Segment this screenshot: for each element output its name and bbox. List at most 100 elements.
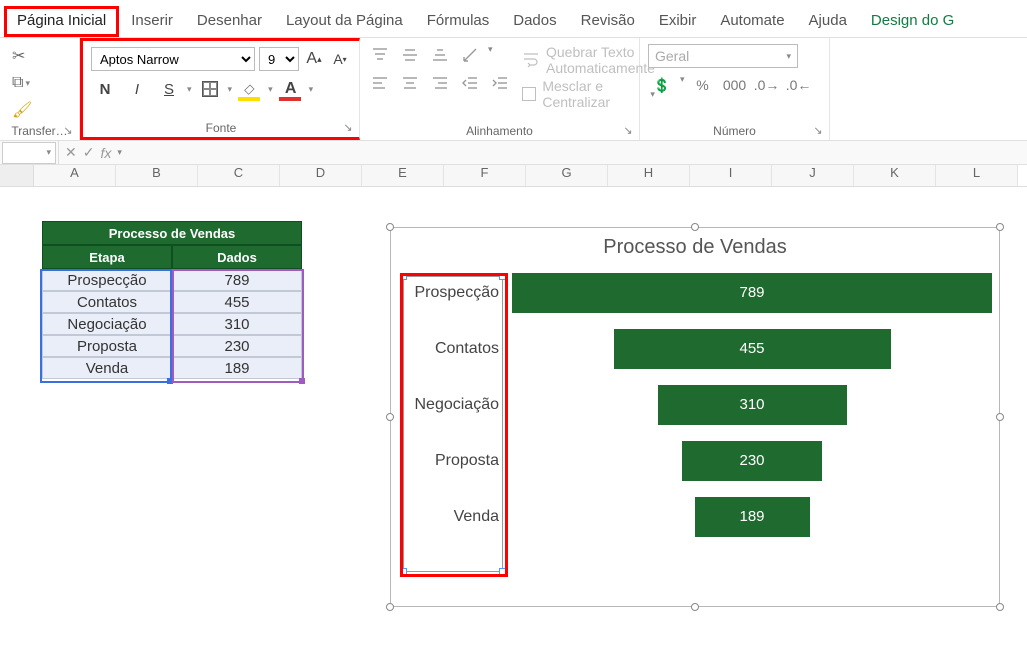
- chart-title[interactable]: Processo de Vendas: [391, 228, 999, 265]
- table-header-dados: Dados: [172, 245, 302, 269]
- column-headers: A B C D E F G H I J K L: [0, 165, 1027, 187]
- alignment-launcher[interactable]: ↘: [621, 124, 635, 138]
- align-center-button[interactable]: [398, 72, 422, 94]
- group-clipboard: ✂ ⧉▾ 🖌 Transfer… ↘: [0, 38, 80, 140]
- increase-decimal-button[interactable]: .0→: [753, 74, 781, 96]
- tab-formulas[interactable]: Fórmulas: [415, 6, 502, 37]
- chart-bar[interactable]: 455: [614, 329, 891, 369]
- selection-bar: ▾ ✕ ✓ fx▾: [0, 141, 1027, 165]
- wrap-text-label: Quebrar Texto Automaticamente: [546, 44, 655, 76]
- col-E[interactable]: E: [362, 165, 444, 186]
- fx-icon[interactable]: fx: [100, 145, 111, 161]
- scissors-icon: ✂: [12, 46, 25, 66]
- table-title: Processo de Vendas: [42, 221, 302, 245]
- cancel-formula-icon[interactable]: ✕: [65, 144, 77, 161]
- table-cell[interactable]: 310: [172, 313, 302, 335]
- number-launcher[interactable]: ↘: [811, 124, 825, 138]
- table-cell[interactable]: Negociação: [42, 313, 172, 335]
- tab-draw[interactable]: Desenhar: [185, 6, 274, 37]
- merge-center-label: Mesclar e Centralizar: [542, 78, 644, 110]
- underline-caret[interactable]: ▾: [187, 84, 192, 95]
- align-right-button[interactable]: [428, 72, 452, 94]
- worksheet-canvas[interactable]: Processo de Vendas Etapa Dados Prospecçã…: [0, 187, 1027, 617]
- orientation-button[interactable]: [458, 44, 482, 66]
- fill-color-caret[interactable]: ▾: [268, 84, 273, 95]
- tab-data[interactable]: Dados: [501, 6, 568, 37]
- align-bottom-button[interactable]: [428, 44, 452, 66]
- increase-indent-button[interactable]: [488, 72, 512, 94]
- borders-button[interactable]: [196, 77, 224, 101]
- bold-button[interactable]: N: [91, 77, 119, 101]
- funnel-chart[interactable]: Processo de Vendas Prospecção Contatos N…: [390, 227, 1000, 607]
- tab-automate[interactable]: Automate: [708, 6, 796, 37]
- col-C[interactable]: C: [198, 165, 280, 186]
- decrease-indent-button[interactable]: [458, 72, 482, 94]
- col-F[interactable]: F: [444, 165, 526, 186]
- copy-icon: ⧉: [12, 74, 23, 92]
- table-cell[interactable]: 789: [172, 269, 302, 291]
- cut-button[interactable]: ✂: [8, 44, 63, 68]
- accounting-format-button[interactable]: 💲: [648, 74, 676, 96]
- format-painter-button[interactable]: 🖌: [8, 98, 63, 122]
- font-size-select[interactable]: 9: [259, 47, 299, 71]
- italic-button[interactable]: I: [123, 77, 151, 101]
- table-cell[interactable]: Prospecção: [42, 269, 172, 291]
- borders-caret[interactable]: ▾: [228, 84, 233, 95]
- formula-input[interactable]: [128, 142, 305, 164]
- table-cell[interactable]: Venda: [42, 357, 172, 379]
- col-D[interactable]: D: [280, 165, 362, 186]
- col-A[interactable]: A: [34, 165, 116, 186]
- merge-icon: [522, 87, 536, 101]
- table-cell[interactable]: Contatos: [42, 291, 172, 313]
- merge-center-button[interactable]: Mesclar e Centralizar ▾: [522, 78, 655, 110]
- tab-help[interactable]: Ajuda: [797, 6, 859, 37]
- clipboard-launcher[interactable]: ↘: [61, 124, 75, 138]
- copy-button[interactable]: ⧉▾: [8, 72, 63, 94]
- chart-bar[interactable]: 789: [512, 273, 992, 313]
- chart-bar[interactable]: 230: [682, 441, 822, 481]
- col-L[interactable]: L: [936, 165, 1018, 186]
- tab-view[interactable]: Exibir: [647, 6, 709, 37]
- font-color-button[interactable]: A: [277, 77, 305, 101]
- chart-bar[interactable]: 310: [658, 385, 847, 425]
- font-launcher[interactable]: ↘: [341, 121, 355, 135]
- font-name-select[interactable]: Aptos Narrow: [91, 47, 255, 71]
- fill-color-button[interactable]: [236, 77, 264, 101]
- tab-insert[interactable]: Inserir: [119, 6, 185, 37]
- chart-bars: 789 455 310 230 189: [505, 265, 999, 545]
- enter-formula-icon[interactable]: ✓: [83, 144, 95, 161]
- col-K[interactable]: K: [854, 165, 936, 186]
- thousands-button[interactable]: 000: [721, 74, 749, 96]
- chart-bar[interactable]: 189: [695, 497, 810, 537]
- align-top-button[interactable]: [368, 44, 392, 66]
- tab-review[interactable]: Revisão: [569, 6, 647, 37]
- number-format-select[interactable]: Geral▾: [648, 44, 798, 68]
- decrease-decimal-button[interactable]: .0←: [785, 74, 813, 96]
- col-H[interactable]: H: [608, 165, 690, 186]
- decrease-font-button[interactable]: A▾: [329, 48, 351, 70]
- ribbon: ✂ ⧉▾ 🖌 Transfer… ↘ Aptos Narrow 9 A▴ A ▾ …: [0, 38, 1027, 141]
- table-cell[interactable]: 189: [172, 357, 302, 379]
- tab-chart-design[interactable]: Design do G: [859, 6, 966, 37]
- table-cell[interactable]: 455: [172, 291, 302, 313]
- tab-layout[interactable]: Layout da Página: [274, 6, 415, 37]
- group-label-font: Fonte: [83, 121, 359, 135]
- tab-home[interactable]: Página Inicial: [4, 6, 119, 37]
- col-I[interactable]: I: [690, 165, 772, 186]
- align-middle-button[interactable]: [398, 44, 422, 66]
- font-color-caret[interactable]: ▾: [309, 84, 314, 95]
- col-G[interactable]: G: [526, 165, 608, 186]
- col-B[interactable]: B: [116, 165, 198, 186]
- select-all-corner[interactable]: [0, 165, 34, 186]
- align-left-button[interactable]: [368, 72, 392, 94]
- group-alignment: ▾ Quebrar Texto Automaticamente Mes: [360, 38, 640, 140]
- name-box[interactable]: ▾: [2, 142, 56, 164]
- table-cell[interactable]: 230: [172, 335, 302, 357]
- wrap-text-button[interactable]: Quebrar Texto Automaticamente: [522, 44, 655, 76]
- col-J[interactable]: J: [772, 165, 854, 186]
- increase-font-button[interactable]: A▴: [303, 48, 325, 70]
- table-header-etapa: Etapa: [42, 245, 172, 269]
- table-cell[interactable]: Proposta: [42, 335, 172, 357]
- percent-button[interactable]: %: [689, 74, 717, 96]
- underline-button[interactable]: S: [155, 77, 183, 101]
